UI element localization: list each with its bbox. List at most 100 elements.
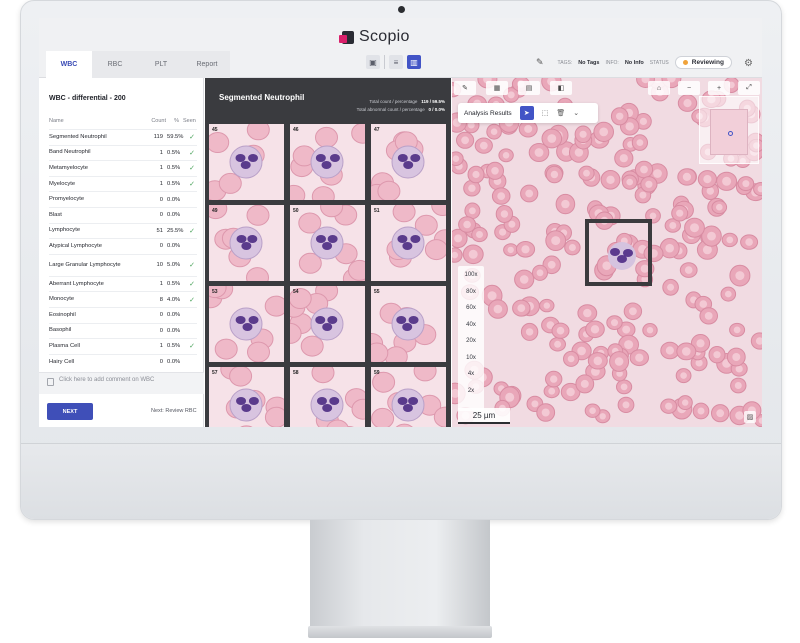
tab-wbc[interactable]: WBC [46,51,92,78]
zoom-level-option[interactable]: 2x [458,388,484,394]
tab-rbc[interactable]: RBC [92,51,138,78]
cell-tile[interactable]: 58 [290,367,365,427]
pointer-select-icon[interactable]: ➤ [519,106,534,120]
table-row[interactable]: Hairy Cell 0 0.0% [49,353,197,370]
zoom-level-option[interactable]: 40x [458,322,484,328]
check-icon: ✓ [189,227,195,235]
export-icon[interactable]: ▨ [744,411,756,423]
check-icon: ✓ [189,343,195,351]
table-row[interactable]: Metamyelocyte 1 0.5% ✓ [49,160,197,176]
row-count: 51 [156,227,163,234]
note-icon [47,378,54,386]
cell-number: 46 [293,127,299,133]
status-dropdown[interactable]: Reviewing [674,56,732,69]
cell-tile[interactable]: 51 [371,205,446,281]
selected-cell-box[interactable] [585,219,652,286]
row-pct: 0.5% [167,281,181,288]
cell-tile[interactable]: 55 [371,286,446,362]
cell-number: 57 [212,370,218,376]
cell-tile[interactable]: 47 [371,124,446,200]
row-count: 1 [159,343,163,350]
settings-gear-icon[interactable]: ⚙ [744,58,753,69]
gallery-header: Segmented Neutrophil Total count / perce… [205,78,451,124]
table-row[interactable]: Basophil 0 0.0% [49,322,197,339]
neutrophil-image [290,124,365,200]
list-view-icon[interactable]: ≡ [389,55,403,69]
monitor-chin [21,443,781,519]
cell-number: 51 [374,208,380,214]
zoom-level-option[interactable]: 10x [458,355,484,361]
col-name: Name [49,118,64,124]
next-button[interactable]: NEXT [47,403,93,420]
row-pct: 25.5% [167,227,184,234]
cell-gallery: Segmented Neutrophil Total count / perce… [205,78,451,427]
neutrophil-image [386,205,446,268]
image-view-icon[interactable]: ▣ [366,55,380,69]
row-pct: 0.5% [167,165,181,172]
stage: Scopio WBC RBC PLT Report ▣ ≡ ▥ ✎ TAGS: [0,0,800,643]
tab-report[interactable]: Report [184,51,230,78]
comment-field[interactable]: Click here to add comment on WBC [39,372,204,394]
box-select-icon[interactable]: ⬚ [542,109,549,117]
table-row[interactable]: Eosinophil 0 0.0% [49,306,197,323]
minimap[interactable] [699,96,759,164]
capture-tool-icon[interactable]: ◧ [550,81,572,95]
cell-tile[interactable]: 50 [290,205,365,281]
table-row[interactable]: Segmented Neutrophil 119 59.5% ✓ [49,129,197,145]
row-pct: 0.0% [167,212,181,219]
draw-tool-icon[interactable]: ✎ [454,81,476,95]
zoom-level-option[interactable]: 80x [458,289,484,295]
zoom-level-option[interactable]: 100x [458,272,484,278]
table-row[interactable]: Blast 0 0.0% [49,206,197,223]
scale-bar: 25 µm [458,408,510,424]
cell-number: 53 [212,289,218,295]
table-row[interactable]: Aberrant Lymphocyte 1 0.5% ✓ [49,275,197,292]
table-row[interactable]: Myelocyte 1 0.5% ✓ [49,175,197,192]
col-pct: % [174,118,179,124]
home-icon[interactable]: ⌂ [648,81,670,95]
view-toggles: ▣ ≡ ▥ [366,55,421,69]
table-row[interactable]: Band Neutrophil 1 0.5% ✓ [49,144,197,161]
check-icon: ✓ [189,281,195,289]
table-row[interactable]: Atypical Lymphocyte 0 0.0% [49,238,197,254]
zoom-out-icon[interactable]: − [678,81,700,95]
zoom-level-option[interactable]: 60x [458,305,484,311]
neutrophil-image [290,286,344,357]
cell-tile[interactable]: 57 [209,367,284,427]
table-row[interactable]: Large Granular Lymphocyte 10 5.0% ✓ [49,253,197,276]
cell-tile[interactable]: 53 [209,286,284,362]
fullscreen-icon[interactable]: ⤢ [738,81,760,95]
table-row[interactable]: Monocyte 8 4.0% ✓ [49,291,197,307]
row-name: Monocyte [49,296,75,303]
table-row[interactable]: Promyelocyte 0 0.0% [49,191,197,207]
zoom-in-icon[interactable]: + [708,81,730,95]
row-pct: 0.5% [167,181,181,188]
row-count: 8 [159,296,163,303]
cell-tile[interactable]: 54 [290,286,365,362]
info-value[interactable]: No Info [625,60,644,66]
table-row[interactable]: Plasma Cell 1 0.5% ✓ [49,338,197,354]
split-view-icon[interactable]: ▥ [407,55,421,69]
check-icon: ✓ [189,149,195,157]
next-hint: Next: Review RBC [151,408,197,414]
row-name: Aberrant Lymphocyte [49,280,104,287]
chevron-down-icon[interactable]: ⌄ [573,109,579,117]
cell-tile[interactable]: 45 [209,124,284,200]
trash-icon[interactable]: 🗑 [556,109,565,117]
wbc-differential-panel: WBC - differential - 200 Name Count % Se… [39,78,204,427]
grid-tool-icon[interactable]: ▦ [486,81,508,95]
zoom-level-option[interactable]: 20x [458,338,484,344]
viewer-toolbar: ✎ ▦ ▤ ◧ ⌂ − + ⤢ [454,80,760,96]
abnormal-count-label: Total abnormal count / percentage [356,107,425,112]
tab-plt[interactable]: PLT [138,51,184,78]
edit-pencil-icon[interactable]: ✎ [536,57,544,68]
tags-value[interactable]: No Tags [578,60,599,66]
brand-name: Scopio [359,28,410,45]
zoom-level-option[interactable]: 4x [458,371,484,377]
cell-tile[interactable]: 46 [290,124,365,200]
cell-tile[interactable]: 59 [371,367,446,427]
comment-tool-icon[interactable]: ▤ [518,81,540,95]
slide-viewer[interactable]: ✎ ▦ ▤ ◧ ⌂ − + ⤢ Analysis Results ➤ ⬚ 🗑 ⌄ [452,78,762,427]
cell-tile[interactable]: 49 [209,205,284,281]
table-row[interactable]: Lymphocyte 51 25.5% ✓ [49,222,197,239]
